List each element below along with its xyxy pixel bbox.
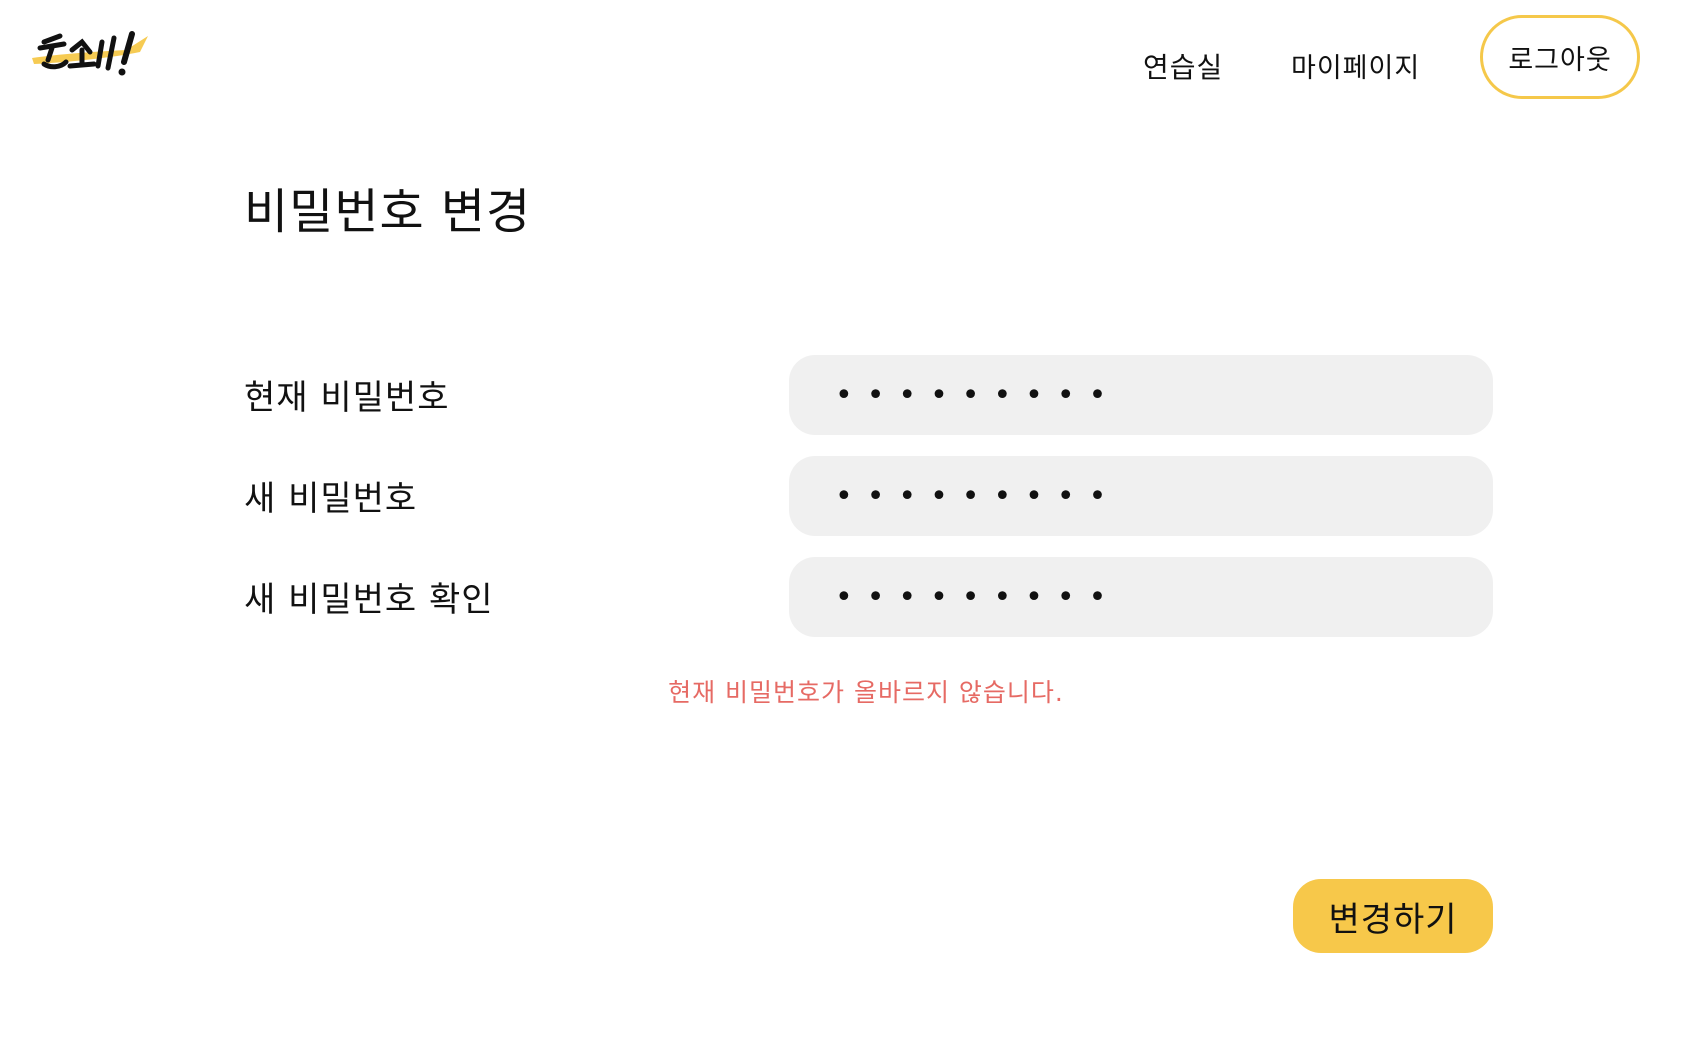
page: 연습실 마이페이지 로그아웃 비밀번호 변경 현재 비밀번호 •••••••••…: [0, 0, 1692, 1042]
logout-button[interactable]: 로그아웃: [1480, 15, 1640, 99]
confirm-password-label: 새 비밀번호 확인: [244, 580, 494, 620]
logo[interactable]: [30, 28, 154, 86]
current-password-label: 현재 비밀번호: [244, 378, 450, 418]
new-password-label: 새 비밀번호: [244, 479, 418, 519]
current-password-input[interactable]: •••••••••: [789, 355, 1493, 435]
change-password-button[interactable]: 변경하기: [1293, 879, 1493, 953]
nav-practice-link[interactable]: 연습실: [1143, 46, 1223, 86]
logo-icon: [32, 31, 148, 76]
error-message: 현재 비밀번호가 올바르지 않습니다.: [668, 678, 1064, 707]
page-title: 비밀번호 변경: [244, 184, 532, 240]
confirm-password-input[interactable]: •••••••••: [789, 557, 1493, 637]
nav-mypage-link[interactable]: 마이페이지: [1291, 46, 1420, 85]
new-password-input[interactable]: •••••••••: [789, 456, 1493, 536]
